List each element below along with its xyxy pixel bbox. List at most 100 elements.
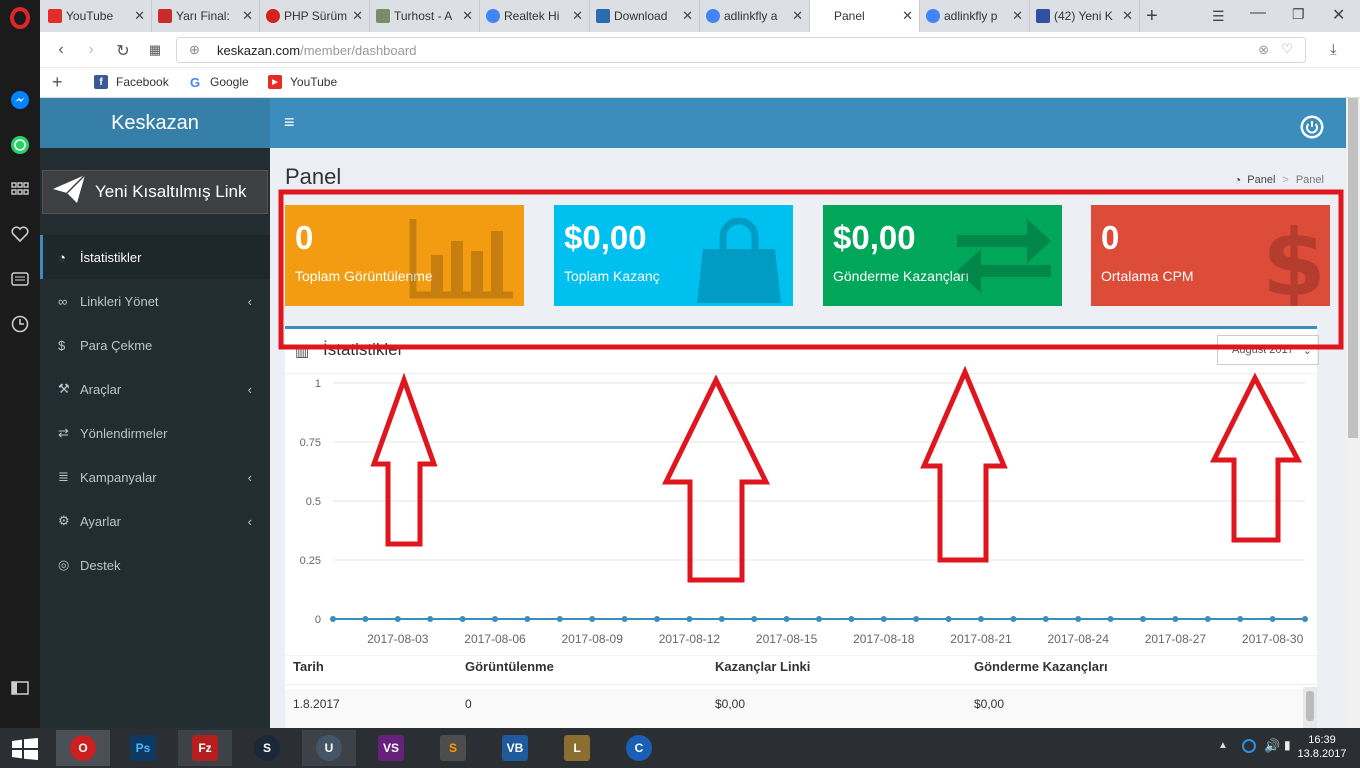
close-icon[interactable]: ✕ bbox=[1122, 8, 1133, 24]
annotation-arrow bbox=[661, 374, 771, 583]
tab-adlinkfly-p[interactable]: adlinkfly p ✕ bbox=[920, 0, 1030, 32]
tray-app-icon[interactable] bbox=[1242, 739, 1256, 753]
close-icon[interactable]: ✕ bbox=[792, 8, 803, 24]
database-icon: ≣ bbox=[58, 469, 69, 484]
close-icon[interactable]: ✕ bbox=[352, 8, 363, 24]
bookmark-heart-icon[interactable]: ♡ bbox=[1281, 41, 1293, 57]
power-icon[interactable] bbox=[1300, 115, 1324, 142]
network-icon[interactable]: ▮ bbox=[1284, 738, 1291, 752]
forward-button[interactable]: › bbox=[82, 41, 100, 59]
tab-menu-icon[interactable]: ☰ bbox=[1212, 8, 1225, 25]
volume-icon[interactable]: 🔊 bbox=[1264, 738, 1280, 754]
tab-php[interactable]: PHP Sürüm ✕ bbox=[260, 0, 370, 32]
favicon-icon bbox=[1036, 9, 1050, 23]
bookmark-facebook[interactable]: f Facebook bbox=[94, 75, 169, 89]
back-button[interactable]: ‹ bbox=[52, 41, 70, 59]
tab-realtek[interactable]: Realtek Hi ✕ bbox=[480, 0, 590, 32]
tab-download[interactable]: Download ✕ bbox=[590, 0, 700, 32]
scrollbar-thumb[interactable] bbox=[1348, 98, 1358, 438]
filezilla-app[interactable]: Fz bbox=[178, 730, 232, 766]
new-tab-button[interactable]: + bbox=[1146, 5, 1158, 28]
annotation-rectangle bbox=[278, 189, 1344, 350]
photoshop-app[interactable]: Ps bbox=[116, 730, 170, 766]
bookmarks-bar: + f Facebook G Google ▶ YouTube bbox=[40, 68, 1360, 98]
sidebar-item-kampanyalar[interactable]: ≣ Kampanyalar ‹ bbox=[40, 455, 270, 499]
history-icon[interactable] bbox=[8, 312, 32, 336]
close-icon[interactable]: ✕ bbox=[134, 8, 145, 24]
tab-yeni-k[interactable]: (42) Yeni K ✕ bbox=[1030, 0, 1140, 32]
youtube-icon: ▶ bbox=[268, 75, 282, 89]
messenger-icon[interactable] bbox=[8, 88, 32, 112]
tab-adlinkfly-a[interactable]: adlinkfly a ✕ bbox=[700, 0, 810, 32]
bookmark-youtube[interactable]: ▶ YouTube bbox=[268, 75, 337, 89]
hamburger-menu-icon[interactable]: ≡ bbox=[284, 112, 295, 133]
sidebar-item-yonlendirmeler[interactable]: ⇄ Yönlendirmeler bbox=[40, 411, 270, 455]
sidebar-toggle-icon[interactable] bbox=[8, 676, 32, 700]
visual-studio-app[interactable]: VS bbox=[364, 730, 418, 766]
tray-expand-icon[interactable]: ▲ bbox=[1218, 740, 1228, 751]
main-content: Panel ◔ Panel > Panel 0 Toplam Görüntüle… bbox=[270, 148, 1346, 728]
cogs-icon: ⚙ bbox=[58, 513, 70, 528]
annotation-overlay bbox=[278, 189, 1344, 583]
steam-app[interactable]: S bbox=[240, 730, 294, 766]
speed-dial-button[interactable]: ▦ bbox=[146, 42, 164, 58]
unity-app[interactable]: U bbox=[302, 730, 356, 766]
minimize-button[interactable]: — bbox=[1250, 4, 1266, 22]
paper-plane-icon bbox=[43, 173, 95, 211]
download-icon[interactable]: ⤓ bbox=[1330, 41, 1337, 58]
opera-logo-icon[interactable] bbox=[8, 6, 32, 30]
new-link-button[interactable]: Yeni Kısaltılmış Link bbox=[42, 170, 268, 214]
virtualbox-app[interactable]: VB bbox=[488, 730, 542, 766]
chevron-left-icon: ‹ bbox=[247, 469, 252, 485]
maximize-button[interactable]: ❐ bbox=[1292, 6, 1305, 23]
snapshot-icon[interactable]: ⊗ bbox=[1258, 42, 1269, 58]
close-icon[interactable]: ✕ bbox=[1012, 8, 1023, 24]
whatsapp-icon[interactable] bbox=[8, 133, 32, 157]
tab-bar: YouTube ✕ Yarı Final: ✕ PHP Sürüm ✕ Turhost… bbox=[40, 0, 1360, 32]
close-icon[interactable]: ✕ bbox=[682, 8, 693, 24]
close-icon[interactable]: ✕ bbox=[902, 8, 913, 24]
ccleaner-app[interactable]: C bbox=[612, 730, 666, 766]
sidebar-item-ayarlar[interactable]: ⚙ Ayarlar ‹ bbox=[40, 499, 270, 543]
favicon-icon bbox=[376, 9, 390, 23]
dollar-icon: $ bbox=[58, 337, 66, 353]
reload-button[interactable]: ↻ bbox=[114, 41, 132, 61]
google-icon bbox=[486, 9, 500, 23]
tab-turhost[interactable]: Turhost - A ✕ bbox=[370, 0, 480, 32]
favicon-icon bbox=[158, 9, 172, 23]
sidebar-item-linkleri-yonet[interactable]: ∞ Linkleri Yönet ‹ bbox=[40, 279, 270, 323]
windows-start-icon[interactable] bbox=[12, 738, 38, 763]
tab-panel[interactable]: Panel ✕ bbox=[810, 0, 920, 32]
sidebar-item-para-cekme[interactable]: $ Para Çekme bbox=[40, 323, 270, 367]
dashboard-icon: ◔ bbox=[58, 249, 66, 265]
league-app[interactable]: L bbox=[550, 730, 604, 766]
link-icon: ∞ bbox=[58, 293, 68, 309]
heart-icon[interactable] bbox=[8, 222, 32, 246]
google-icon bbox=[706, 9, 720, 23]
speed-dial-icon[interactable] bbox=[8, 177, 32, 201]
close-window-button[interactable]: ✕ bbox=[1332, 5, 1345, 25]
close-icon[interactable]: ✕ bbox=[462, 8, 473, 24]
bookmark-google[interactable]: G Google bbox=[188, 74, 249, 90]
youtube-icon bbox=[48, 9, 62, 23]
tab-yari-final[interactable]: Yarı Final: ✕ bbox=[152, 0, 260, 32]
favicon-icon bbox=[266, 9, 280, 23]
sidebar-item-istatistikler[interactable]: ◔ İstatistikler bbox=[40, 235, 270, 279]
google-icon: G bbox=[188, 74, 202, 90]
sublime-app[interactable]: S bbox=[426, 730, 480, 766]
chevron-left-icon: ‹ bbox=[247, 293, 252, 309]
tab-youtube[interactable]: YouTube ✕ bbox=[42, 0, 152, 32]
page-scrollbar[interactable] bbox=[1346, 98, 1360, 728]
add-bookmark-button[interactable]: + bbox=[52, 72, 63, 93]
opera-app[interactable]: O bbox=[56, 730, 110, 766]
close-icon[interactable]: ✕ bbox=[572, 8, 583, 24]
globe-icon: ⊕ bbox=[189, 42, 200, 57]
close-icon[interactable]: ✕ bbox=[242, 8, 253, 24]
sidebar-item-araclar[interactable]: ⚒ Araçlar ‹ bbox=[40, 367, 270, 411]
sidebar-item-destek[interactable]: ◎ Destek bbox=[40, 543, 270, 587]
url-field[interactable]: ⊕ keskazan.com/member/dashboard ⊗ ♡ bbox=[176, 37, 1306, 63]
clock[interactable]: 16:39 13.8.2017 bbox=[1296, 733, 1348, 761]
news-icon[interactable] bbox=[8, 267, 32, 291]
brand-logo[interactable]: Keskazan bbox=[40, 98, 270, 148]
annotation-arrow bbox=[370, 372, 438, 547]
